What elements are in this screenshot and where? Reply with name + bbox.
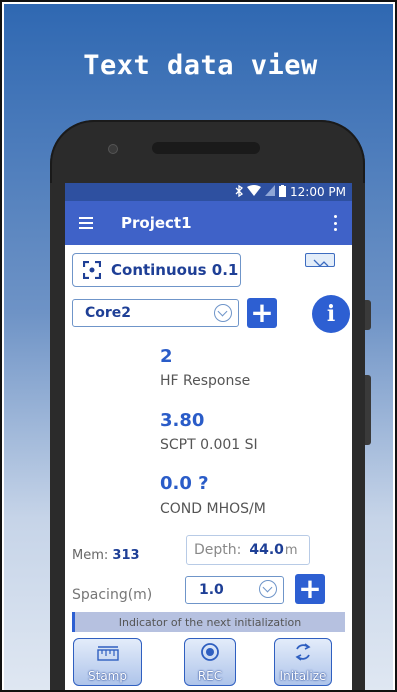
reading-label-1: HF Response xyxy=(160,373,251,389)
plus-icon: + xyxy=(298,572,322,605)
screenshot-frame: Text data view 12:00 PM Project1 Continu… xyxy=(0,0,397,692)
initialize-button[interactable]: Initalize xyxy=(274,638,332,686)
indicator-text: Indicator of the next initialization xyxy=(118,615,302,629)
stamp-button[interactable]: Stamp xyxy=(73,638,142,686)
speaker-grille xyxy=(152,142,260,154)
phone-screen: 12:00 PM Project1 Continuous 0.1 Core2 +… xyxy=(65,183,352,690)
chevron-down-icon xyxy=(259,580,277,598)
app-title: Project1 xyxy=(121,214,192,232)
depth-value: 44.0 xyxy=(249,542,284,558)
refresh-icon xyxy=(293,642,313,665)
status-bar: 12:00 PM xyxy=(65,183,352,201)
initialize-label: Initalize xyxy=(279,669,327,683)
bluetooth-icon xyxy=(235,184,244,200)
spacing-select-value: 1.0 xyxy=(199,582,224,598)
memory-value: 313 xyxy=(112,548,140,563)
record-button[interactable]: REC xyxy=(184,638,236,686)
phone-side-button xyxy=(365,300,371,330)
reading-label-2: SCPT 0.001 SI xyxy=(160,437,258,453)
focus-icon xyxy=(82,260,102,280)
battery-icon xyxy=(279,184,286,200)
record-icon xyxy=(200,642,220,665)
phone-bezel-right xyxy=(352,183,365,690)
depth-unit: m xyxy=(284,542,298,558)
spacing-select[interactable]: 1.0 xyxy=(185,576,284,604)
mode-button[interactable]: Continuous 0.1 xyxy=(72,253,241,287)
sensor-select-value: Core2 xyxy=(85,305,132,321)
reading-value-2: 3.80 xyxy=(160,410,205,431)
wifi-icon xyxy=(247,185,261,199)
status-time: 12:00 PM xyxy=(290,185,346,199)
chevron-down-icon xyxy=(214,304,232,322)
plus-icon: + xyxy=(250,296,274,329)
record-label: REC xyxy=(197,669,223,683)
add-sensor-button[interactable]: + xyxy=(247,298,277,328)
depth-label: Depth: xyxy=(194,542,242,558)
add-spacing-button[interactable]: + xyxy=(295,574,325,604)
reading-value-3: 0.0 ? xyxy=(160,473,209,494)
mode-label: Continuous 0.1 xyxy=(111,261,239,279)
ruler-icon xyxy=(96,646,119,665)
sensor-select[interactable]: Core2 xyxy=(72,299,239,327)
vertical-more-icon[interactable] xyxy=(334,215,338,231)
phone-bezel-left xyxy=(50,183,65,690)
stamp-label: Stamp xyxy=(88,669,127,683)
info-icon: i xyxy=(326,301,336,327)
app-bar: Project1 xyxy=(65,201,352,245)
depth-field[interactable]: Depth: 44.0 m xyxy=(186,535,310,565)
spacing-label: Spacing(m) xyxy=(72,587,153,603)
device-battery-icon xyxy=(305,253,335,267)
initialization-indicator: Indicator of the next initialization xyxy=(72,612,345,632)
signal-icon xyxy=(265,185,275,199)
reading-value-1: 2 xyxy=(160,346,173,367)
memory-readout: Mem: 313 xyxy=(72,548,140,563)
reading-label-3: COND MHOS/M xyxy=(160,501,266,517)
headline: Text data view xyxy=(83,50,318,81)
camera-icon xyxy=(108,144,118,154)
hamburger-menu-icon[interactable] xyxy=(79,217,93,229)
phone-volume-button xyxy=(365,375,371,445)
memory-label: Mem: xyxy=(72,548,109,563)
info-button[interactable]: i xyxy=(312,295,350,333)
